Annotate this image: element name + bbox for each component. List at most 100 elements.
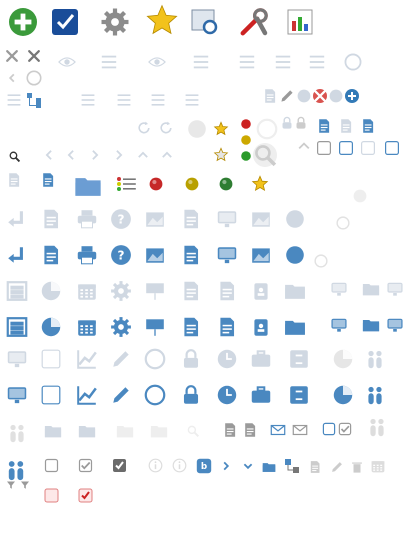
clock-icon[interactable] [344,53,362,71]
list-icon[interactable] [308,53,326,71]
info-icon[interactable] [172,458,187,473]
add-icon[interactable] [8,7,38,37]
eye-icon[interactable] [148,53,166,71]
checkbox-checked-icon[interactable] [78,458,93,473]
undo-icon[interactable] [136,120,152,136]
status-list-icon[interactable] [116,176,136,192]
edit-list-icon[interactable] [242,422,258,438]
id-card-icon[interactable] [6,348,28,370]
calendar-icon[interactable] [370,458,386,474]
pie-chart-icon[interactable] [40,280,62,302]
badge-icon[interactable] [250,316,272,338]
remove-icon[interactable] [312,88,328,104]
id-card-icon[interactable] [6,384,28,406]
external-link-icon[interactable] [338,140,354,156]
redo-icon[interactable] [158,120,174,136]
map-icon[interactable] [250,208,272,230]
pie-chart-icon[interactable] [332,348,354,370]
trash-icon[interactable] [350,460,364,474]
folder-faint-icon[interactable] [44,422,62,440]
upload-icon[interactable] [316,118,332,134]
picture-icon[interactable] [144,208,166,230]
printer-icon[interactable] [76,244,98,266]
pencil-icon[interactable] [110,348,132,370]
record-yellow-icon[interactable] [184,176,200,192]
clock-icon[interactable] [216,348,238,370]
remove-icon[interactable] [296,88,312,104]
people-icon[interactable] [364,348,386,370]
cabinet-icon[interactable] [288,384,310,406]
chevron-right-icon[interactable] [220,460,232,472]
document-edit-icon[interactable] [40,244,62,266]
star-faint-icon[interactable] [213,147,229,162]
checkbox-checked-dark-icon[interactable] [112,458,127,473]
clock-icon[interactable] [216,384,238,406]
record-red-icon[interactable] [148,176,164,192]
search-small-icon[interactable] [8,150,21,163]
window-search-icon[interactable] [190,7,220,37]
badge-icon[interactable] [250,280,272,302]
collapse-icon[interactable] [384,140,400,156]
edit-list-icon[interactable] [222,422,238,438]
search-faint-icon[interactable] [186,424,200,438]
pencil-icon[interactable] [110,384,132,406]
report-chart-icon[interactable] [285,7,315,37]
abacus-icon[interactable] [6,316,28,338]
lock-icon[interactable] [180,384,202,406]
close-circle-icon[interactable] [144,384,166,406]
folder-icon[interactable] [74,172,102,200]
chevron-right-icon[interactable] [88,148,102,162]
pencil-edit-icon[interactable] [40,348,62,370]
notepad-icon[interactable] [180,244,202,266]
mail-icon[interactable] [270,422,286,438]
collapse-icon[interactable] [360,140,376,156]
edit-icon[interactable] [262,88,278,104]
checklist-icon[interactable] [50,7,80,37]
return-icon[interactable] [6,208,28,230]
folder-faint-icon[interactable] [150,422,168,440]
beta-icon[interactable]: b [196,458,212,474]
folder-faint-icon[interactable] [78,422,96,440]
document-copy-icon[interactable] [180,316,202,338]
tools-list-icon[interactable] [274,53,292,71]
gears-icon[interactable] [110,316,132,338]
notebook-icon[interactable] [216,316,238,338]
pencil-edit-icon[interactable] [40,384,62,406]
checkbox-error-checked-icon[interactable] [78,488,93,503]
briefcase-icon[interactable] [250,348,272,370]
search-circle-icon[interactable] [252,142,278,168]
chevron-down-icon[interactable] [242,460,254,472]
calendar-icon[interactable] [76,280,98,302]
checkbox-checked-icon[interactable] [338,422,352,436]
external-link-icon[interactable] [316,140,332,156]
chevron-left-icon[interactable] [42,148,56,162]
search-list-icon[interactable] [100,53,118,71]
window-settings-icon[interactable] [216,208,238,230]
location-icon[interactable] [284,244,306,266]
return-icon[interactable] [6,244,28,266]
close-circle-icon[interactable] [144,348,166,370]
screen-icon[interactable] [386,316,404,334]
chevron-right-icon[interactable] [112,148,126,162]
mail-icon[interactable] [292,422,308,438]
notebook-icon[interactable] [216,280,238,302]
folder-icon[interactable] [262,460,276,474]
upload-faint-icon[interactable] [296,138,312,154]
folder-c-icon[interactable] [362,316,380,334]
add-small-icon[interactable] [328,88,344,104]
info-icon[interactable] [148,458,163,473]
chevron-left-icon[interactable] [6,72,18,84]
chevron-up-icon[interactable] [160,148,174,162]
help-icon[interactable]: ? [110,244,132,266]
folder-c-icon[interactable] [284,316,306,338]
line-chart-icon[interactable] [76,384,98,406]
abacus-icon[interactable] [6,280,28,302]
checkbox-icon[interactable] [44,458,59,473]
search-list-icon[interactable] [192,53,210,71]
close-icon[interactable] [4,48,20,64]
star-small-icon[interactable] [251,175,269,192]
edit-icon[interactable] [279,88,295,104]
filter-icon[interactable] [6,480,16,490]
presentation-icon[interactable] [144,280,166,302]
folder-c-icon[interactable] [362,280,380,298]
